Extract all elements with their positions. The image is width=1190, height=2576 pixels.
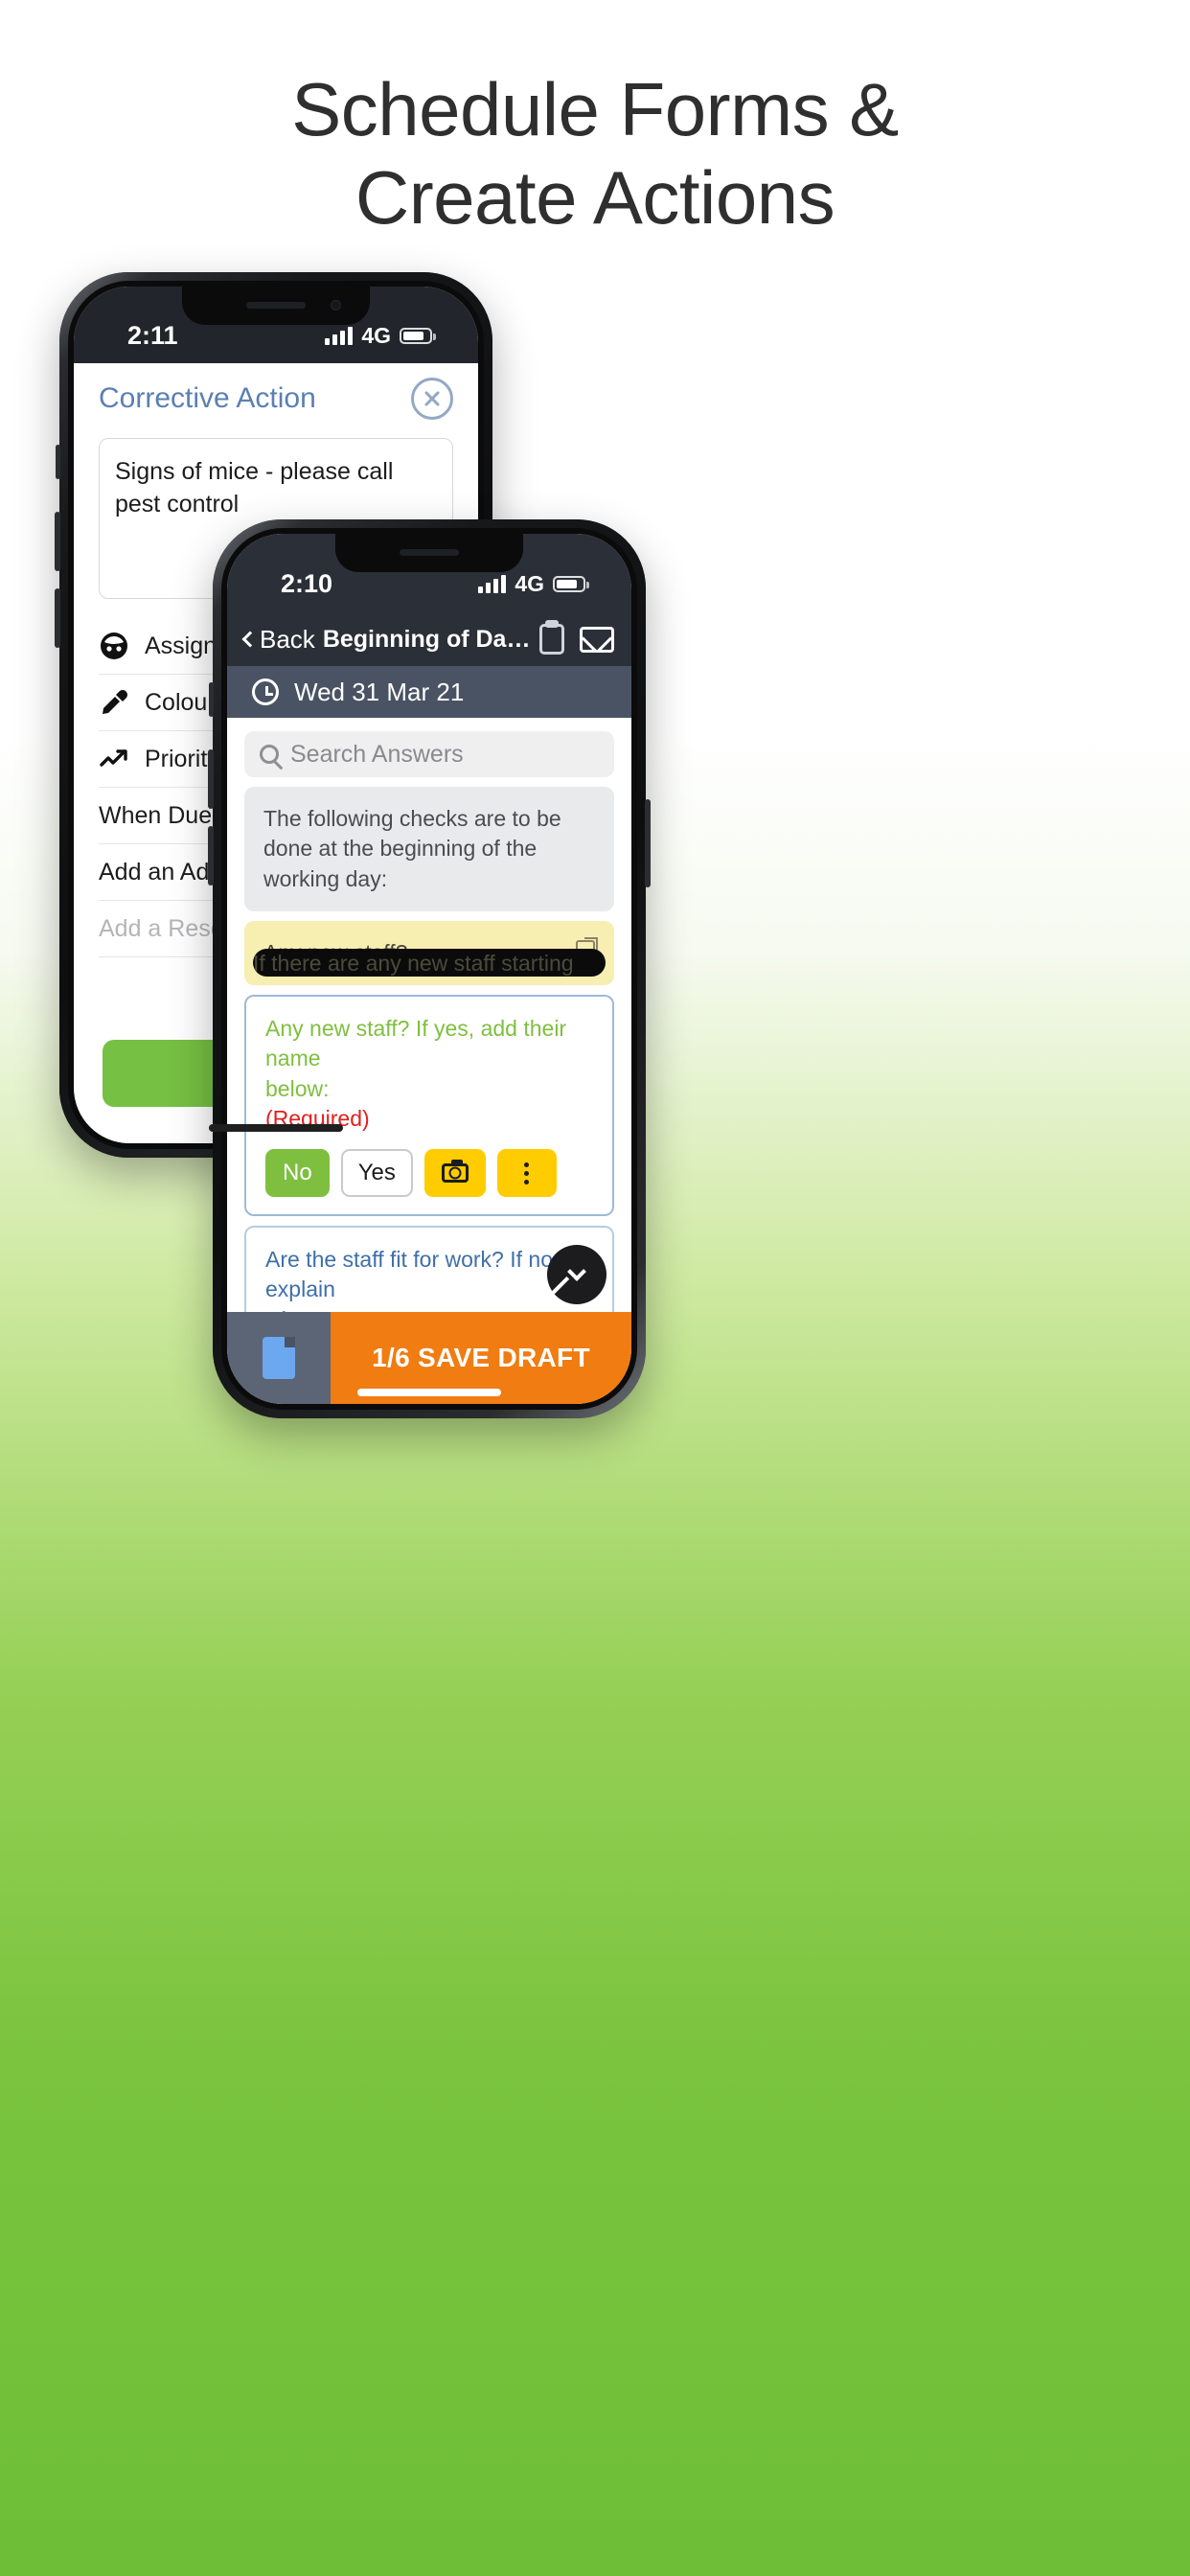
eyedropper-icon <box>99 687 129 718</box>
clipboard-icon[interactable] <box>539 624 564 655</box>
form-content-scroll[interactable]: Search Answers The following checks are … <box>227 718 631 1312</box>
camera-button[interactable] <box>423 1149 486 1198</box>
history-clock-icon <box>252 678 279 705</box>
volume-down-button[interactable] <box>55 588 60 648</box>
mute-switch-front[interactable] <box>209 682 214 717</box>
form-date-label: Wed 31 Mar 21 <box>294 677 465 706</box>
page-title: Schedule Forms & Create Actions <box>0 65 1190 242</box>
earpiece-speaker <box>400 549 459 556</box>
form-date-bar[interactable]: Wed 31 Mar 21 <box>227 666 631 718</box>
volume-up-button[interactable] <box>55 512 60 571</box>
camera-icon <box>441 1160 469 1184</box>
form-intro-text: The following checks are to be done at t… <box>263 806 561 891</box>
back-notch <box>182 287 370 325</box>
power-button-front[interactable] <box>645 799 651 887</box>
network-label: 4G <box>361 322 391 348</box>
form-intro-card: The following checks are to be done at t… <box>244 787 614 911</box>
search-answers-field[interactable]: Search Answers <box>244 731 614 777</box>
question-title-line-2: below: <box>265 1075 330 1101</box>
search-icon <box>260 745 279 764</box>
close-circle-icon[interactable] <box>411 378 453 420</box>
front-status-time: 2:10 <box>281 568 333 598</box>
battery-icon <box>553 575 589 592</box>
row-label: When Due <box>99 801 213 829</box>
document-button[interactable] <box>227 1312 331 1404</box>
phone-front-screen: 2:10 4G Back Beginning of Day - Opening.… <box>227 534 631 1404</box>
form-title: Beginning of Day - Opening... <box>322 625 539 653</box>
back-status-time: 2:11 <box>127 320 178 350</box>
guidance-body: If there are any new staff starting ensu… <box>253 948 606 978</box>
headline-line-1: Schedule Forms & <box>291 67 899 151</box>
answer-option-yes[interactable]: Yes <box>340 1149 413 1198</box>
form-navbar: Back Beginning of Day - Opening... <box>227 612 631 666</box>
guidance-card-new-staff: Any new staff? If there are any new staf… <box>244 920 614 986</box>
question-title-line-2: why: <box>265 1305 593 1312</box>
question-title-line-1: Any new staff? If yes, add their name <box>265 1016 567 1071</box>
question-answer-row: No Yes <box>265 1149 593 1198</box>
more-vertical-icon <box>524 1162 530 1184</box>
home-indicator <box>357 1389 501 1396</box>
phone-front-body: 2:10 4G Back Beginning of Day - Opening.… <box>221 528 637 1410</box>
row-label: Colour <box>145 688 216 716</box>
document-icon <box>263 1337 295 1379</box>
question-title-line-1: Are the staff fit for work? If no, expla… <box>265 1247 560 1302</box>
corrective-action-title: Corrective Action <box>99 382 316 414</box>
person-face-icon <box>99 631 129 661</box>
more-options-button[interactable] <box>496 1149 557 1198</box>
arrow-down-circle-icon[interactable] <box>547 1245 606 1304</box>
answer-option-no[interactable]: No <box>265 1149 330 1198</box>
signal-bars-icon <box>325 326 354 345</box>
back-button[interactable]: Back <box>241 624 315 655</box>
arrow-down-glyph <box>567 1262 586 1281</box>
volume-down-button-front[interactable] <box>208 826 214 886</box>
earpiece-speaker <box>246 302 306 309</box>
front-notch <box>335 534 523 572</box>
volume-up-button-front[interactable] <box>208 749 214 809</box>
navbar-actions <box>539 624 614 655</box>
search-input[interactable]: Search Answers <box>290 741 464 769</box>
network-label: 4G <box>515 570 544 596</box>
mail-icon[interactable] <box>580 626 614 653</box>
signal-bars-icon <box>478 574 507 593</box>
chevron-left-icon <box>241 631 259 648</box>
phone-front-device: 2:10 4G Back Beginning of Day - Opening.… <box>208 519 651 1418</box>
front-camera <box>331 300 341 310</box>
question-card-new-staff-name: Any new staff? If yes, add their name be… <box>244 995 614 1217</box>
headline-line-2: Create Actions <box>355 155 835 241</box>
corrective-action-header: Corrective Action <box>74 363 478 434</box>
back-button-label: Back <box>260 624 315 654</box>
battery-icon <box>400 327 436 344</box>
trending-up-icon <box>99 744 129 774</box>
mute-switch[interactable] <box>56 445 60 479</box>
home-indicator <box>209 1124 343 1132</box>
